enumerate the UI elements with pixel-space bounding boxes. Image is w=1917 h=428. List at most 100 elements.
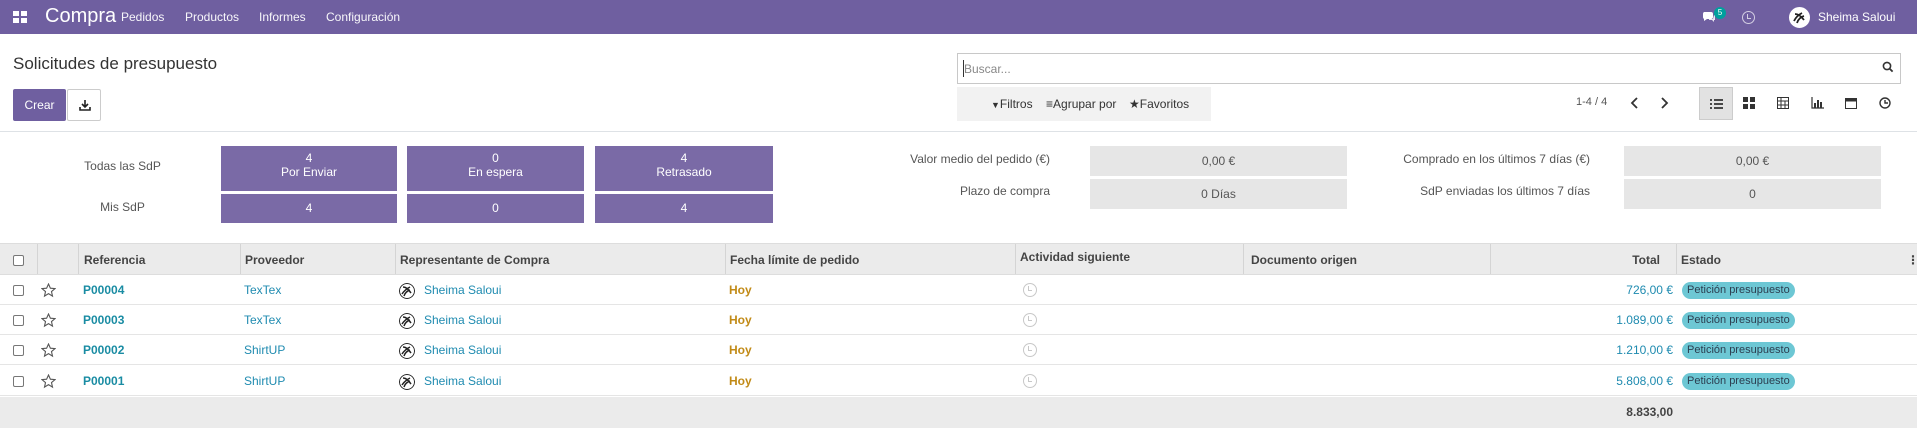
activity-clock-icon[interactable]: [1742, 11, 1755, 24]
activity-clock-icon[interactable]: [1023, 283, 1037, 297]
row-buyer[interactable]: Sheima Saloui: [424, 283, 501, 297]
table-row[interactable]: P00002 ShirtUP Sheima Saloui Hoy 1.210,0…: [0, 335, 1917, 365]
column-header-source-document[interactable]: Documento origen: [1251, 253, 1357, 267]
table-row[interactable]: P00003 TexTex Sheima Saloui Hoy 1.089,00…: [0, 305, 1917, 335]
menu-item-pedidos[interactable]: Pedidos: [121, 10, 164, 24]
row-total: 5.808,00 €: [1616, 374, 1673, 388]
export-button[interactable]: [67, 89, 101, 121]
card-to-send-label: Por Enviar: [280, 165, 338, 179]
card-to-send-count: 4: [305, 151, 313, 165]
avatar-image-icon: [1791, 9, 1808, 26]
row-vendor[interactable]: TexTex: [244, 283, 281, 297]
row-deadline: Hoy: [729, 374, 752, 388]
user-avatar[interactable]: [1789, 7, 1810, 28]
create-button[interactable]: Crear: [13, 89, 66, 121]
row-reference[interactable]: P00002: [83, 343, 124, 357]
row-total: 726,00 €: [1626, 283, 1673, 297]
column-header-reference[interactable]: Referencia: [84, 253, 145, 267]
my-card-waiting[interactable]: 0: [407, 194, 584, 223]
calendar-view-icon: [1845, 98, 1857, 109]
column-header-status[interactable]: Estado: [1681, 253, 1721, 267]
row-checkbox[interactable]: [13, 285, 24, 296]
kanban-view-button[interactable]: [1733, 87, 1767, 120]
optional-columns-icon[interactable]: ⋮: [1907, 253, 1917, 267]
search-icon[interactable]: [1882, 61, 1894, 73]
row-deadline: Hoy: [729, 343, 752, 357]
priority-star-icon[interactable]: [41, 283, 56, 298]
card-late[interactable]: 4 Retrasado: [595, 146, 773, 191]
calendar-view-button[interactable]: [1835, 87, 1869, 120]
search-input[interactable]: [964, 60, 1864, 78]
view-switcher: [1699, 87, 1903, 120]
priority-star-icon[interactable]: [41, 313, 56, 328]
star-icon: ★: [1129, 97, 1140, 111]
table-row[interactable]: P00004 TexTex Sheima Saloui Hoy 726,00 €…: [0, 275, 1917, 305]
buyer-avatar-icon: [399, 374, 415, 390]
list-view-icon: [1710, 99, 1723, 109]
activity-view-icon: [1879, 97, 1891, 109]
activity-clock-icon[interactable]: [1023, 374, 1037, 388]
row-vendor[interactable]: ShirtUP: [244, 343, 285, 357]
select-all-checkbox[interactable]: [13, 255, 24, 266]
activity-clock-icon[interactable]: [1023, 313, 1037, 327]
card-waiting-label: En espera: [468, 165, 523, 179]
graph-view-icon: [1811, 97, 1824, 109]
grand-total: 8.833,00: [1626, 405, 1673, 419]
status-badge: Petición presupuesto: [1682, 312, 1795, 329]
status-badge: Petición presupuesto: [1682, 342, 1795, 359]
list-header: Referencia Proveedor Representante de Co…: [0, 243, 1917, 275]
activity-view-button[interactable]: [1869, 87, 1903, 120]
row-checkbox[interactable]: [13, 315, 24, 326]
menu-item-configuracion[interactable]: Configuración: [326, 10, 400, 24]
pager-previous-icon[interactable]: [1628, 96, 1642, 110]
row-reference[interactable]: P00003: [83, 313, 124, 327]
column-header-next-activity[interactable]: Actividad siguiente: [1020, 250, 1130, 264]
row-reference[interactable]: P00001: [83, 374, 124, 388]
activity-clock-icon[interactable]: [1023, 343, 1037, 357]
priority-star-icon[interactable]: [41, 374, 56, 389]
table-footer: 8.833,00: [0, 397, 1917, 428]
download-icon: [79, 100, 91, 111]
row-total: 1.210,00 €: [1616, 343, 1673, 357]
status-badge: Petición presupuesto: [1682, 282, 1795, 299]
filters-button[interactable]: ▼Filtros: [991, 97, 1033, 111]
row-vendor[interactable]: ShirtUP: [244, 374, 285, 388]
rfqs-sent-7days-label: SdP enviadas los últimos 7 días: [1420, 184, 1590, 198]
column-header-total[interactable]: Total: [1540, 253, 1660, 267]
row-checkbox[interactable]: [13, 345, 24, 356]
my-card-to-send[interactable]: 4: [221, 194, 397, 223]
lead-time-value: 0 Días: [1090, 179, 1347, 209]
table-row[interactable]: P00001 ShirtUP Sheima Saloui Hoy 5.808,0…: [0, 366, 1917, 396]
apps-menu-icon[interactable]: [13, 11, 27, 23]
row-reference[interactable]: P00004: [83, 283, 124, 297]
card-waiting[interactable]: 0 En espera: [407, 146, 584, 191]
pager-next-icon[interactable]: [1657, 96, 1671, 110]
row-buyer[interactable]: Sheima Saloui: [424, 313, 501, 327]
group-by-button[interactable]: ≡Agrupar por: [1046, 97, 1116, 111]
avg-order-value-label: Valor medio del pedido (€): [910, 152, 1050, 166]
page-title: Solicitudes de presupuesto: [13, 54, 218, 73]
search-box[interactable]: [957, 53, 1901, 84]
row-buyer[interactable]: Sheima Saloui: [424, 343, 501, 357]
column-header-order-deadline[interactable]: Fecha límite de pedido: [730, 253, 859, 267]
graph-view-button[interactable]: [1801, 87, 1835, 120]
buyer-avatar-icon: [399, 313, 415, 329]
list-view-button[interactable]: [1699, 87, 1733, 120]
priority-star-icon[interactable]: [41, 343, 56, 358]
row-buyer[interactable]: Sheima Saloui: [424, 374, 501, 388]
row-vendor[interactable]: TexTex: [244, 313, 281, 327]
app-title[interactable]: Compra: [45, 5, 116, 28]
status-badge: Petición presupuesto: [1682, 373, 1795, 390]
filter-icon: ▼: [991, 100, 1000, 110]
pager-value[interactable]: 1-4 / 4: [1576, 96, 1607, 108]
favorites-button[interactable]: ★Favoritos: [1129, 97, 1189, 111]
my-card-late[interactable]: 4: [595, 194, 773, 223]
column-header-buyer[interactable]: Representante de Compra: [400, 253, 549, 267]
column-header-vendor[interactable]: Proveedor: [245, 253, 304, 267]
row-checkbox[interactable]: [13, 376, 24, 387]
menu-item-productos[interactable]: Productos: [185, 10, 239, 24]
user-menu-name[interactable]: Sheima Saloui: [1818, 10, 1895, 24]
pivot-view-button[interactable]: [1767, 87, 1801, 120]
menu-item-informes[interactable]: Informes: [259, 10, 306, 24]
card-to-send[interactable]: 4 Por Enviar: [221, 146, 397, 191]
